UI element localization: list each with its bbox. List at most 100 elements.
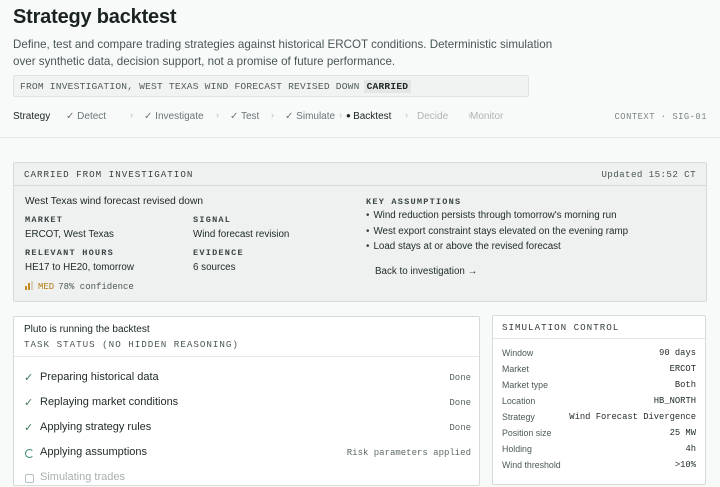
check-icon: ✓ [285,111,297,122]
task-title: Pluto is running the backtest [24,324,150,335]
chevron-right-icon: › [405,110,408,120]
confidence-level: MED [38,282,55,292]
sim-key: Market [502,364,529,374]
carried-context-bar: FROM INVESTIGATION, WEST TEXAS WIND FORE… [13,75,529,97]
signal-value: Wind forecast revision [193,229,290,240]
evidence-value: 6 sources [193,262,236,273]
page-subtitle: Define, test and compare trading strateg… [13,38,553,68]
check-icon: ✓ [66,111,78,122]
step-label: Detect [77,111,107,122]
sim-value: 90 days [659,348,696,358]
check-icon: ✓ [230,111,241,122]
sim-key: Holding [502,444,532,454]
chevron-right-icon: › [339,110,342,120]
step-decide[interactable]: Decide [417,111,448,122]
step-simulate[interactable]: ✓ Simulate [285,111,335,122]
current-dot-icon: ● [346,111,354,120]
panel-header-label: SIMULATION CONTROL [493,316,705,339]
task-status: Done [449,423,471,433]
sim-value: 25 MW [669,428,696,438]
confidence-value: 78% confidence [58,282,134,292]
task-label: Applying assumptions [40,446,148,458]
market-label: MARKET [25,215,64,225]
step-test[interactable]: ✓ Test [230,111,259,122]
sim-key: Window [502,348,534,358]
carried-context-text: FROM INVESTIGATION, WEST TEXAS WIND FORE… [20,81,360,92]
sim-row-market[interactable]: Market ERCOT [502,363,696,377]
check-icon: ✓ [24,397,34,409]
sim-key: Location [502,396,536,406]
investigation-panel: CARRIED FROM INVESTIGATION Updated 15:52… [13,162,707,302]
task-status-panel: Pluto is running the backtest TASK STATU… [13,316,480,486]
step-label: Backtest [353,111,392,122]
step-detect[interactable]: ✓ Detect [66,111,106,122]
task-subtitle: TASK STATUS (NO HIDDEN REASONING) [24,339,239,350]
sim-row-market-type[interactable]: Market type Both [502,379,696,393]
list-item: West export constraint stays elevated on… [366,226,628,242]
check-icon: ✓ [24,422,34,434]
sim-key: Position size [502,428,552,438]
simulation-control-panel: SIMULATION CONTROL Window 90 days Market E… [492,315,706,485]
carried-badge: CARRIED [363,80,412,93]
spinner-icon [25,449,34,458]
task-status: Risk parameters applied [346,448,471,458]
chevron-right-icon: › [130,110,133,120]
check-icon: ✓ [24,372,34,384]
sim-row-window[interactable]: Window 90 days [502,347,696,361]
back-to-investigation-link[interactable]: Back to investigation → [375,266,477,277]
step-investigate[interactable]: ✓ Investigate [144,111,204,122]
sim-row-strategy[interactable]: Strategy Wind Forecast Divergence [502,411,696,425]
sim-key: Strategy [502,412,535,422]
task-row: Applying assumptions Risk parameters app… [24,446,471,462]
assumptions-label: KEY ASSUMPTIONS [366,197,462,207]
task-row: ✓ Applying strategy rules Done [24,421,471,437]
list-item: Wind reduction persists through tomorrow… [366,210,628,226]
list-item: Load stays at or above the revised forec… [366,241,628,257]
sim-row-wind-threshold[interactable]: Wind threshold >10% [502,459,696,473]
hours-value: HE17 to HE20, tomorrow [25,262,134,273]
task-label: Applying strategy rules [40,421,152,433]
sim-row-location[interactable]: Location HB_NORTH [502,395,696,409]
step-monitor[interactable]: Monitor [470,111,503,122]
step-label: Test [240,111,260,122]
assumptions-list: Wind reduction persists through tomorrow… [366,210,628,257]
task-label: Preparing historical data [40,371,159,383]
step-label: Simulate [296,111,336,122]
task-row: ✓ Replaying market conditions Done [24,396,471,412]
task-status: Done [449,373,471,383]
sim-value: Wind Forecast Divergence [569,412,696,422]
sim-value: 4h [685,444,696,454]
sim-key: Wind threshold [502,460,561,470]
task-label: Simulating trades [40,471,125,483]
step-backtest[interactable]: ● Backtest [346,111,391,122]
page-title: Strategy backtest [13,6,177,28]
task-row: Simulating trades [24,471,471,487]
signal-label: SIGNAL [193,215,232,225]
sim-row-position-size[interactable]: Position size 25 MW [502,427,696,441]
updated-timestamp: Updated 15:52 CT [601,169,696,180]
panel-header: CARRIED FROM INVESTIGATION Updated 15:52… [14,163,706,186]
task-label: Replaying market conditions [40,396,179,408]
sim-value: >10% [674,460,696,470]
signal-bars-icon [25,281,35,290]
divider [0,137,720,138]
workflow-stepper: Strategy ✓ Detect › ✓ Investigate › ✓ Te… [13,110,708,125]
hours-label: RELEVANT HOURS [25,248,114,258]
context-id: CONTEXT · SIG-01 [614,112,707,122]
step-strategy[interactable]: Strategy [13,111,50,122]
task-row: ✓ Preparing historical data Done [24,371,471,387]
chevron-right-icon: › [216,110,219,120]
check-icon: ✓ [144,111,156,122]
investigation-title: West Texas wind forecast revised down [25,196,203,207]
chevron-right-icon: › [271,110,274,120]
divider [14,356,479,357]
evidence-label: EVIDENCE [193,248,244,258]
market-value: ERCOT, West Texas [25,229,114,240]
pending-icon [25,474,34,483]
step-label: Investigate [155,111,204,122]
sim-row-holding[interactable]: Holding 4h [502,443,696,457]
sim-value: ERCOT [669,364,696,374]
panel-header-label: CARRIED FROM INVESTIGATION [24,169,194,180]
sim-value: Both [674,380,696,390]
task-status: Done [449,398,471,408]
